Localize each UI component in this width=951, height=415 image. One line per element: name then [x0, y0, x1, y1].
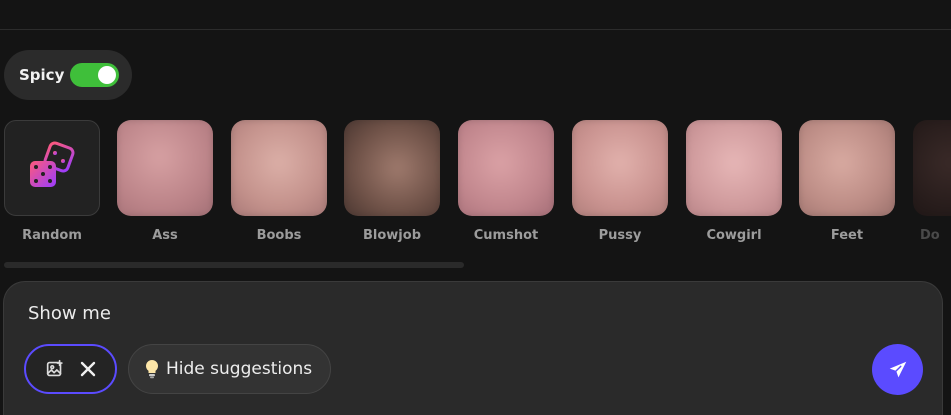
category-label: Do: [920, 228, 940, 243]
category-cowgirl[interactable]: Cowgirl: [686, 120, 782, 243]
prompt-input[interactable]: Show me: [28, 303, 111, 324]
category-partial[interactable]: Do: [913, 120, 951, 243]
toggle-knob: [98, 66, 116, 84]
category-random[interactable]: Random: [4, 120, 100, 243]
send-icon: [889, 361, 906, 377]
close-icon[interactable]: [79, 360, 97, 378]
category-thumb: [117, 120, 213, 216]
prompt-composer: Show me Hide suggestions: [3, 281, 943, 415]
spicy-toggle-pill[interactable]: Spicy: [4, 50, 132, 100]
spicy-toggle[interactable]: [70, 63, 119, 87]
category-thumb: [231, 120, 327, 216]
category-scrollbar[interactable]: [4, 262, 464, 268]
send-button[interactable]: [872, 344, 923, 395]
category-label: Random: [22, 228, 82, 243]
dice-icon: [30, 141, 75, 187]
category-blowjob[interactable]: Blowjob: [344, 120, 440, 243]
category-pussy[interactable]: Pussy: [572, 120, 668, 243]
category-thumb: [913, 120, 951, 216]
category-label: Boobs: [256, 228, 302, 243]
random-thumb: [4, 120, 100, 216]
category-ass[interactable]: Ass: [117, 120, 213, 243]
category-strip: Random Ass Boobs Blowjob Cumshot Pussy C…: [0, 120, 951, 260]
spicy-label: Spicy: [19, 66, 65, 84]
category-label: Ass: [152, 228, 178, 243]
top-divider: [0, 29, 951, 30]
category-thumb: [458, 120, 554, 216]
category-thumb: [344, 120, 440, 216]
image-icon[interactable]: [44, 358, 66, 380]
category-thumb: [799, 120, 895, 216]
lightbulb-icon: [145, 359, 159, 379]
category-boobs[interactable]: Boobs: [231, 120, 327, 243]
category-label: Pussy: [598, 228, 642, 243]
image-attachment-chip[interactable]: [24, 344, 117, 394]
category-cumshot[interactable]: Cumshot: [458, 120, 554, 243]
category-label: Cowgirl: [706, 228, 762, 243]
category-label: Cumshot: [473, 228, 539, 243]
category-feet[interactable]: Feet: [799, 120, 895, 243]
category-label: Blowjob: [363, 228, 421, 243]
category-thumb: [686, 120, 782, 216]
hide-suggestions-button[interactable]: Hide suggestions: [128, 344, 331, 394]
category-thumb: [572, 120, 668, 216]
hide-suggestions-label: Hide suggestions: [166, 359, 313, 379]
category-label: Feet: [830, 228, 864, 243]
